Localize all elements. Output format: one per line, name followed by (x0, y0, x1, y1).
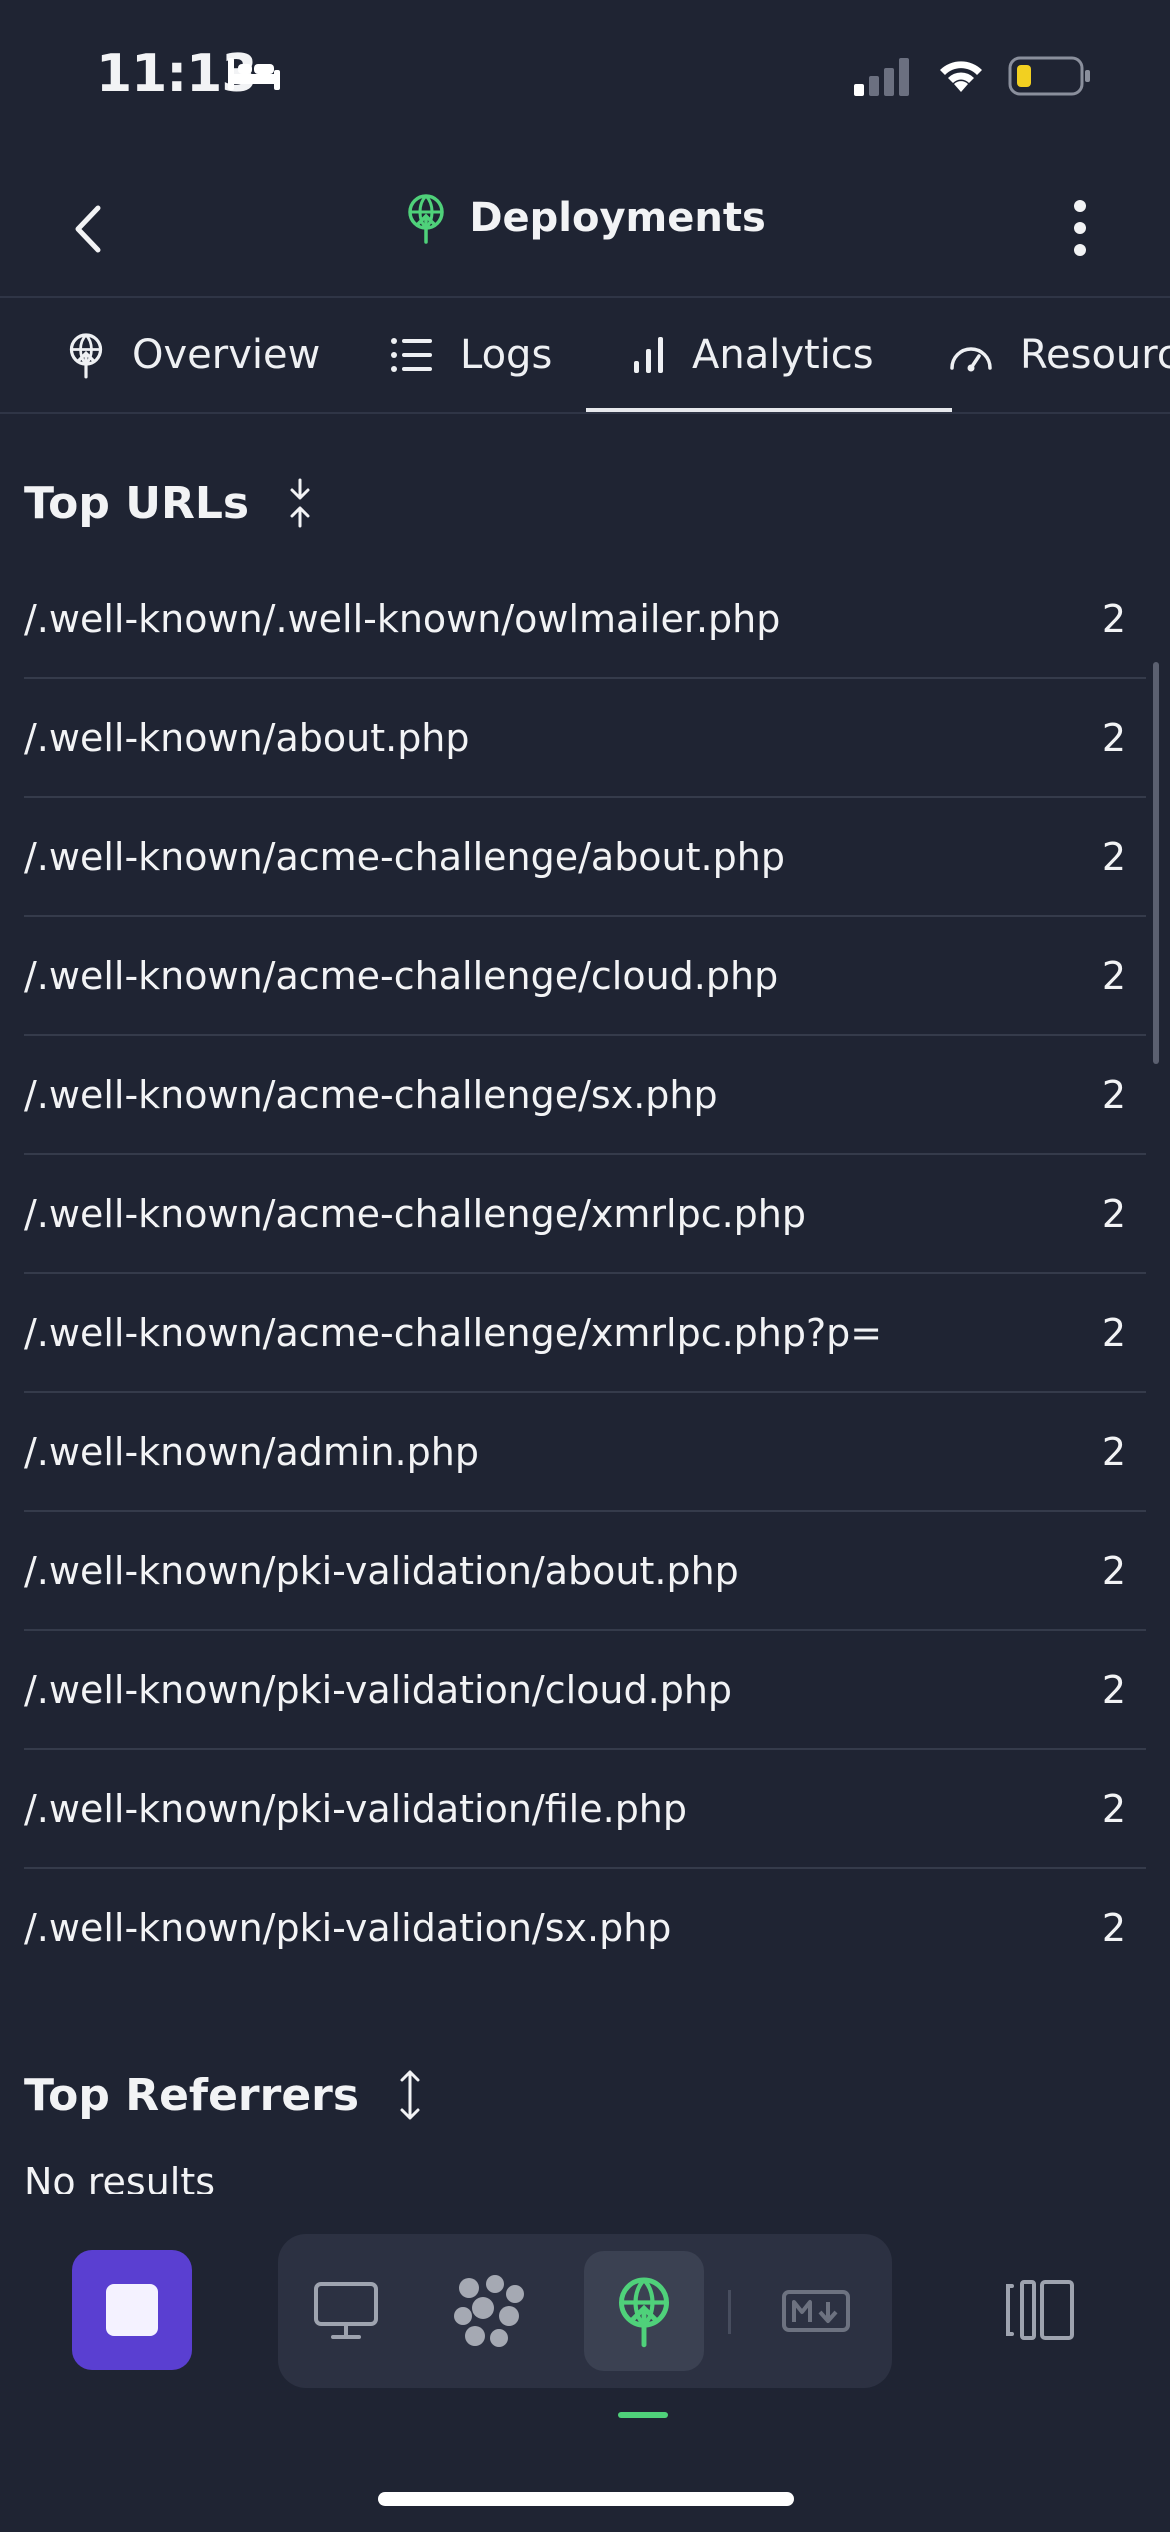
url-path: /.well-known/pki-validation/cloud.php (24, 1667, 733, 1712)
url-count: 2 (1101, 1310, 1126, 1355)
table-row[interactable]: /.well-known/acme-challenge/xmrlpc.php 2 (24, 1155, 1146, 1274)
table-row[interactable]: /.well-known/acme-challenge/xmrlpc.php?p… (24, 1274, 1146, 1393)
tab-analytics[interactable]: Analytics (586, 298, 952, 412)
url-count: 2 (1101, 1905, 1126, 1950)
url-count: 2 (1101, 953, 1126, 998)
stop-button[interactable] (72, 2250, 192, 2370)
deploy-icon (618, 2277, 670, 2348)
url-count: 2 (1101, 1072, 1126, 1117)
dock-divider (728, 2290, 731, 2334)
app-dock (278, 2234, 892, 2388)
dock-monitor-button[interactable] (286, 2251, 406, 2371)
url-path: /.well-known/acme-challenge/about.php (24, 834, 785, 879)
table-row[interactable]: /.well-known/pki-validation/about.php 2 (24, 1512, 1146, 1631)
url-path: /.well-known/pki-validation/file.php (24, 1786, 688, 1831)
top-referrers-header: Top Referrers (24, 2062, 425, 2128)
dock-markdown-button[interactable] (756, 2251, 876, 2371)
tab-overview-label: Overview (132, 332, 321, 378)
url-count: 2 (1101, 1548, 1126, 1593)
tab-resources[interactable]: Resources (948, 298, 1170, 412)
table-row[interactable]: /.well-known/admin.php 2 (24, 1393, 1146, 1512)
url-count: 2 (1101, 1429, 1126, 1474)
tab-logs-label: Logs (460, 332, 553, 378)
top-urls-title: Top URLs (24, 477, 250, 529)
cluster-icon (454, 2275, 524, 2347)
table-row[interactable]: /.well-known/acme-challenge/about.php 2 (24, 798, 1146, 917)
url-path: /.well-known/pki-validation/about.php (24, 1548, 739, 1593)
active-dock-indicator (618, 2412, 668, 2418)
tab-analytics-label: Analytics (692, 332, 874, 378)
sort-vertical-icon[interactable] (395, 2068, 425, 2122)
dock-cluster-button[interactable] (430, 2251, 550, 2371)
top-urls-header: Top URLs (24, 470, 315, 536)
deploy-icon (408, 194, 444, 244)
table-row[interactable]: /.well-known/acme-challenge/sx.php 2 (24, 1036, 1146, 1155)
tab-bar: Overview Logs Analytics Resources (0, 298, 1170, 414)
table-row[interactable]: /.well-known/about.php 2 (24, 679, 1146, 798)
table-row[interactable]: /.well-known/acme-challenge/cloud.php 2 (24, 917, 1146, 1036)
no-results-text: No results (24, 2160, 216, 2194)
table-row[interactable]: /.well-known/pki-validation/sx.php 2 (24, 1869, 1146, 1986)
bar-chart-icon (634, 337, 663, 373)
table-row[interactable]: /.well-known/pki-validation/file.php 2 (24, 1750, 1146, 1869)
table-row[interactable]: /.well-known/pki-validation/cloud.php 2 (24, 1631, 1146, 1750)
wifi-icon (940, 61, 982, 92)
url-count: 2 (1101, 1191, 1126, 1236)
markdown-icon (782, 2290, 850, 2332)
url-path: /.well-known/acme-challenge/xmrlpc.php (24, 1191, 807, 1236)
url-count: 2 (1101, 834, 1126, 879)
navigation-bar: Deployments (0, 160, 1170, 298)
stop-icon (106, 2284, 158, 2336)
more-vertical-icon[interactable] (1050, 190, 1110, 266)
tab-resources-label: Resources (1020, 332, 1170, 378)
url-path: /.well-known/.well-known/owlmailer.php (24, 596, 781, 641)
list-icon (391, 338, 432, 372)
home-indicator[interactable] (378, 2492, 794, 2506)
url-path: /.well-known/about.php (24, 715, 470, 760)
dock-deployments-button[interactable] (584, 2251, 704, 2371)
sleep-focus-icon (228, 58, 280, 90)
vertical-scrollbar[interactable] (1153, 662, 1159, 1064)
url-count: 2 (1101, 715, 1126, 760)
deploy-icon (69, 333, 103, 379)
gauge-icon (950, 347, 992, 372)
url-count: 2 (1101, 1786, 1126, 1831)
table-row[interactable]: /.well-known/.well-known/owlmailer.php 2 (24, 560, 1146, 679)
collapse-vertical-icon[interactable] (285, 478, 315, 528)
nav-title-group: Deployments (0, 192, 1170, 244)
page-title: Deployments (469, 195, 766, 241)
battery-icon (1008, 56, 1090, 96)
url-path: /.well-known/admin.php (24, 1429, 479, 1474)
url-path: /.well-known/acme-challenge/xmrlpc.php?p… (24, 1310, 883, 1355)
url-count: 2 (1101, 1667, 1126, 1712)
tab-overview[interactable]: Overview (66, 298, 320, 412)
url-path: /.well-known/pki-validation/sx.php (24, 1905, 672, 1950)
url-path: /.well-known/acme-challenge/cloud.php (24, 953, 779, 998)
url-count: 2 (1101, 596, 1126, 641)
sidebar-toggle-icon[interactable] (1000, 2270, 1080, 2350)
cellular-signal-icon (854, 58, 909, 96)
top-urls-list: /.well-known/.well-known/owlmailer.php 2 … (24, 560, 1146, 1986)
monitor-icon (314, 2282, 378, 2339)
url-path: /.well-known/acme-challenge/sx.php (24, 1072, 718, 1117)
top-referrers-title: Top Referrers (24, 2069, 360, 2121)
tab-logs[interactable]: Logs (390, 298, 552, 412)
status-bar: 11:13 (0, 0, 1170, 150)
